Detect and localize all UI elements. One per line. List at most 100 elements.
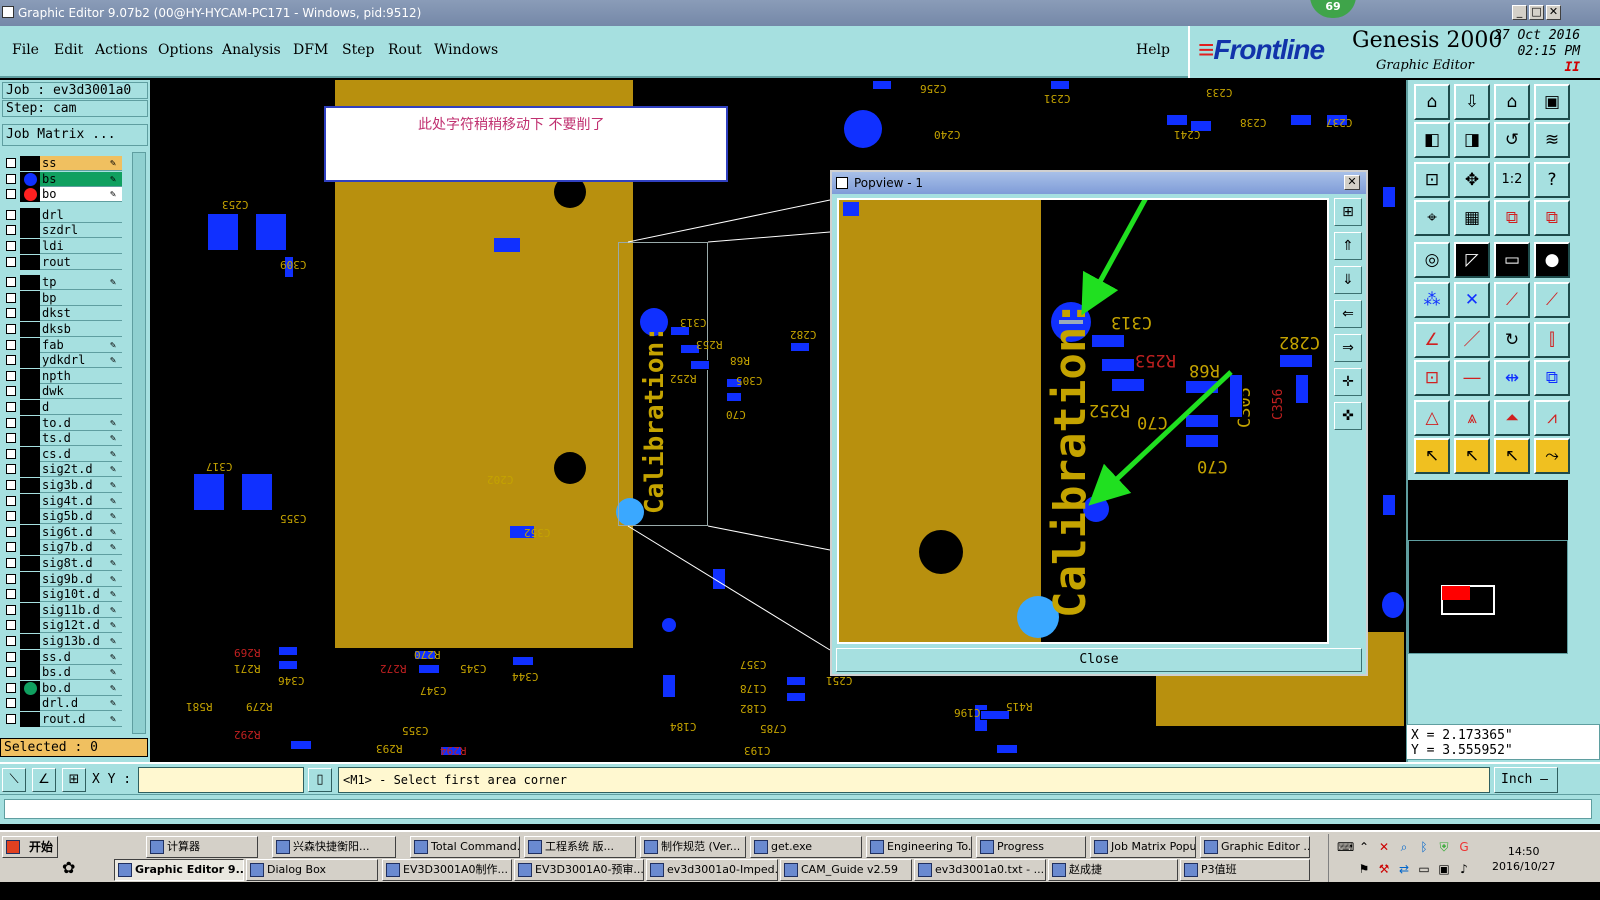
taskbar-button[interactable]: 工程系统 版... — [524, 836, 636, 858]
layer-row-sig4t-d[interactable]: sig4t.d ✎ — [4, 493, 122, 509]
tray-arrow-icon[interactable]: ⌃ — [1357, 840, 1371, 854]
layer-color-swatch[interactable] — [20, 337, 40, 353]
taskbar-button[interactable]: Dialog Box — [246, 859, 378, 881]
layer-checkbox[interactable] — [6, 433, 16, 444]
layer-checkbox[interactable] — [6, 225, 16, 236]
redraw-icon[interactable]: ≋ — [1534, 122, 1570, 158]
tray-volume-icon[interactable]: ♪ — [1457, 862, 1471, 876]
line-red-icon[interactable]: ◸ — [1454, 242, 1490, 278]
layer-color-swatch[interactable] — [20, 649, 40, 665]
tray-bluetooth-icon[interactable]: ᛒ — [1417, 840, 1431, 854]
layer-row-npth[interactable]: npth — [4, 368, 122, 384]
layer-checkbox[interactable] — [6, 604, 16, 615]
menu-file[interactable]: File — [12, 42, 39, 58]
taskbar-button[interactable]: P3值班 — [1180, 859, 1310, 881]
help-icon[interactable]: ? — [1534, 162, 1570, 198]
layer-checkbox[interactable] — [6, 589, 16, 600]
pointer-2-icon[interactable]: ↖ — [1454, 438, 1490, 474]
layer-row-ydkdrl[interactable]: ydkdrl ✎ — [4, 353, 122, 369]
layer-color-swatch[interactable] — [20, 571, 40, 587]
window-icon[interactable]: ▣ — [1534, 84, 1570, 120]
taskbar-button[interactable]: 计算器 — [146, 836, 258, 858]
popview-zoom-out-icon[interactable]: ✜ — [1334, 402, 1362, 430]
layer-row-bo-d[interactable]: bo.d ✎ — [4, 680, 122, 696]
layer-row-sig3b-d[interactable]: sig3b.d ✎ — [4, 478, 122, 493]
layer-checkbox[interactable] — [6, 158, 16, 168]
layer-color-swatch[interactable] — [20, 634, 40, 649]
system-clock[interactable]: 14:50 2016/10/27 — [1492, 844, 1555, 874]
hline-icon[interactable]: ― — [1454, 360, 1490, 396]
layer-color-swatch[interactable] — [20, 156, 40, 171]
distance-icon[interactable]: ⇹ — [1494, 360, 1530, 396]
popview-pan-down-icon[interactable]: ⇓ — [1334, 266, 1362, 294]
layer-checkbox[interactable] — [6, 620, 16, 631]
step-field[interactable]: Step: cam — [2, 100, 148, 117]
layer-row-dwk[interactable]: dwk — [4, 384, 122, 400]
taskbar-button[interactable]: Progress — [976, 836, 1086, 858]
layer-checkbox[interactable] — [6, 511, 16, 522]
popview-close-icon[interactable]: ✕ — [1344, 175, 1360, 190]
layer-color-swatch[interactable] — [20, 400, 40, 415]
menu-edit[interactable]: Edit — [54, 42, 83, 58]
grid-snap-icon[interactable]: ⊞ — [62, 768, 86, 792]
nodes-icon[interactable]: ⁂ — [1414, 282, 1450, 318]
layer-color-swatch[interactable] — [20, 223, 40, 239]
taskbar-button[interactable]: Total Command... — [410, 836, 520, 858]
menu-dfm[interactable]: DFM — [293, 42, 328, 58]
layer-row-to-d[interactable]: to.d ✎ — [4, 415, 122, 431]
layer-checkbox[interactable] — [6, 448, 16, 459]
taskbar-button[interactable]: 赵成捷 — [1048, 859, 1178, 881]
layer-color-swatch[interactable] — [20, 239, 40, 254]
layer-checkbox[interactable] — [6, 480, 16, 490]
home-icon[interactable]: ⌂ — [1414, 84, 1450, 120]
layer-color-swatch[interactable] — [20, 254, 40, 270]
tray-network-icon[interactable]: ⇄ — [1397, 862, 1411, 876]
pan-left-icon[interactable]: ◧ — [1414, 122, 1450, 158]
layer-checkbox[interactable] — [6, 542, 16, 553]
layer-row-drl[interactable]: drl — [4, 207, 122, 223]
menu-windows[interactable]: Windows — [434, 42, 498, 58]
layer-row-drl-d[interactable]: drl.d ✎ — [4, 696, 122, 712]
parallel-icon[interactable]: ⫿ — [1534, 322, 1570, 358]
layer-checkbox[interactable] — [6, 355, 16, 366]
angle-icon[interactable]: ∠ — [1414, 322, 1450, 358]
layer-checkbox[interactable] — [6, 573, 16, 584]
taskbar-button[interactable]: Job Matrix Popup — [1090, 836, 1196, 858]
slash-icon[interactable]: ／ — [1454, 322, 1490, 358]
taskbar-button[interactable]: Graphic Editor 9.... — [114, 859, 244, 881]
layer-color-swatch[interactable] — [20, 509, 40, 525]
taskbar-button[interactable]: Engineering To... — [866, 836, 972, 858]
layer-checkbox[interactable] — [6, 370, 16, 381]
tray-x-icon[interactable]: ✕ — [1377, 840, 1391, 854]
popview-pan-up-icon[interactable]: ⇑ — [1334, 232, 1362, 260]
layer-color-swatch[interactable] — [20, 322, 40, 337]
layer-row-ldi[interactable]: ldi — [4, 239, 122, 254]
menu-help[interactable]: Help — [1136, 42, 1170, 58]
zoom-area-icon[interactable]: ⊡ — [1414, 162, 1450, 198]
pointer-icon[interactable]: ↖ — [1414, 438, 1450, 474]
layer-color-swatch[interactable] — [20, 665, 40, 681]
line-node-2-icon[interactable]: ⟋ — [1534, 282, 1570, 318]
layer-row-sig9b-d[interactable]: sig9b.d ✎ — [4, 571, 122, 587]
tray-app-icon[interactable]: G — [1457, 840, 1471, 854]
overlap-icon[interactable]: ⧉ — [1534, 360, 1570, 396]
snap-red-2-icon[interactable]: ⧉ — [1534, 200, 1570, 236]
layer-checkbox[interactable] — [6, 636, 16, 646]
popview-canvas[interactable]: Calibration: C313 R253 R68 R252 C70 C70 … — [837, 198, 1329, 644]
layer-checkbox[interactable] — [6, 558, 16, 568]
minimize-button[interactable]: _ — [1512, 5, 1527, 20]
layer-checkbox[interactable] — [6, 292, 16, 303]
tray-flag-icon[interactable]: ⚑ — [1357, 862, 1371, 876]
overview-map[interactable] — [1408, 540, 1568, 654]
layer-color-swatch[interactable] — [20, 618, 40, 634]
layer-checkbox[interactable] — [6, 241, 16, 251]
layer-scrollbar[interactable] — [132, 152, 146, 734]
layer-row-bp[interactable]: bp — [4, 290, 122, 306]
measure-icon[interactable]: ⌖ — [1414, 200, 1450, 236]
grid-icon[interactable]: ▦ — [1454, 200, 1490, 236]
layer-color-swatch[interactable] — [20, 696, 40, 712]
units-selector[interactable]: Inch — — [1494, 767, 1558, 793]
layer-color-swatch[interactable] — [20, 384, 40, 400]
layer-checkbox[interactable] — [6, 714, 16, 724]
job-field[interactable]: Job : ev3d3001a0 — [2, 82, 148, 99]
